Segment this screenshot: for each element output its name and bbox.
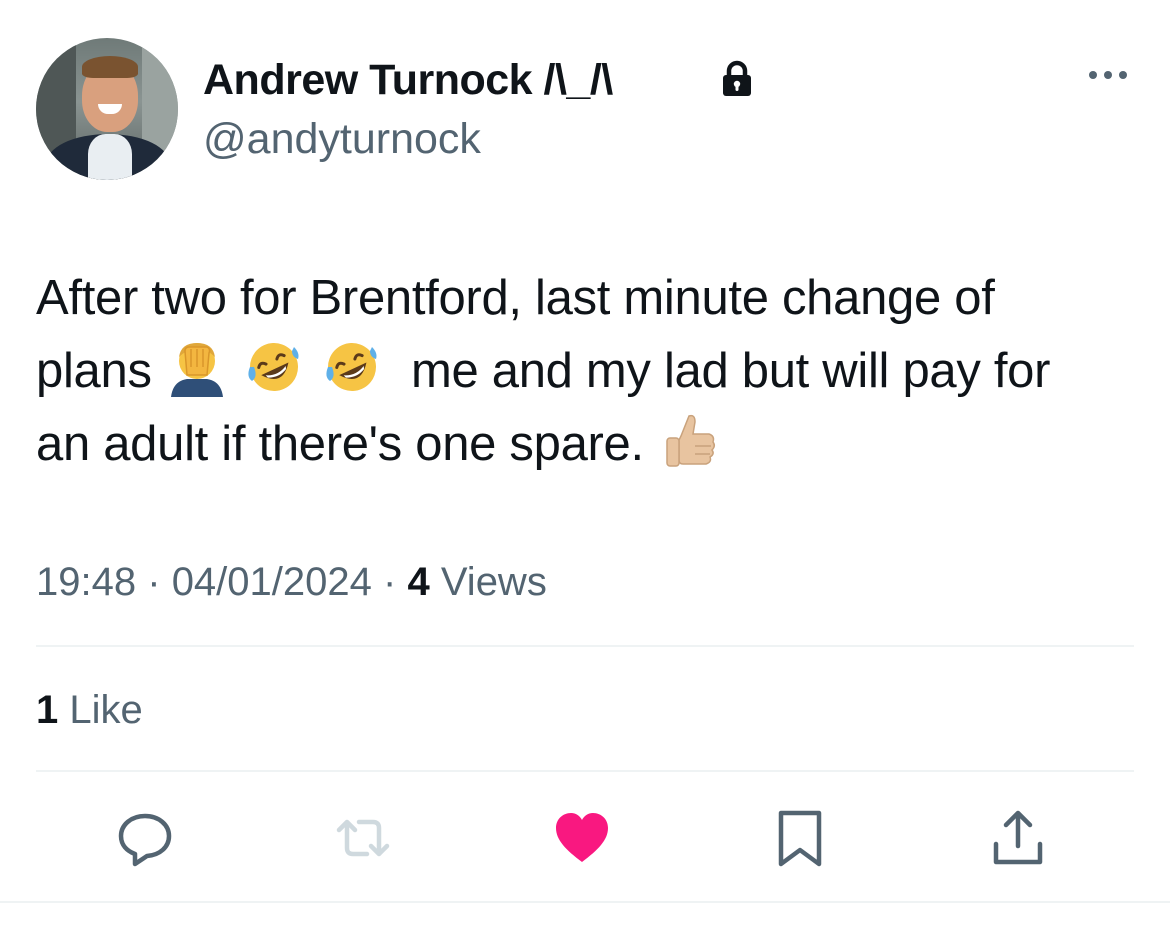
thumbs-up-emoji-icon [666, 414, 716, 467]
retweet-icon [336, 819, 390, 857]
user-handle[interactable]: @andyturnock [203, 113, 481, 165]
meta-separator: · [147, 560, 161, 604]
avatar-shirt [88, 134, 132, 180]
tweet-line: plans me and my lad but will pay for [36, 335, 1146, 408]
reply-button[interactable] [115, 808, 175, 868]
heart-icon [556, 813, 608, 862]
divider [36, 770, 1134, 772]
lock-icon [723, 60, 751, 96]
tweet-text-segment: plans [36, 344, 152, 398]
views-label: Views [440, 560, 547, 604]
share-button[interactable] [988, 808, 1048, 868]
retweet-button[interactable] [333, 808, 393, 868]
more-icon[interactable] [1087, 64, 1129, 86]
reply-icon [118, 813, 172, 867]
likes-label: Like [69, 688, 143, 732]
display-name[interactable]: Andrew Turnock /\_/\ [203, 54, 613, 106]
like-button[interactable] [552, 808, 612, 868]
tweet-date[interactable]: 04/01/2024 [172, 560, 372, 604]
avatar[interactable] [36, 38, 178, 180]
bookmark-button[interactable] [770, 808, 830, 868]
meta-separator: · [383, 560, 397, 604]
bottom-divider [0, 901, 1170, 903]
tweet-text-segment: me and my lad but will pay for [410, 344, 1051, 398]
rofl-emoji-icon [326, 343, 377, 391]
tweet-text: After two for Brentford, last minute cha… [36, 262, 1146, 481]
likes-summary[interactable]: 1 Like [36, 684, 143, 736]
rofl-emoji-icon [248, 343, 299, 391]
divider [36, 645, 1134, 647]
views-count: 4 [407, 560, 430, 604]
tweet-time[interactable]: 19:48 [36, 560, 136, 604]
tweet-meta: 19:48 · 04/01/2024 · 4 Views [36, 556, 547, 608]
tweet-text-segment: After two for Brentford, last minute cha… [36, 271, 995, 325]
tweet-line: After two for Brentford, last minute cha… [36, 262, 1146, 335]
likes-count: 1 [36, 688, 59, 732]
face-palm-emoji-icon [170, 343, 223, 397]
tweet-line: an adult if there's one spare. [36, 408, 1146, 481]
tweet-text-segment: an adult if there's one spare. [36, 417, 644, 471]
avatar-hair [82, 56, 138, 78]
share-icon [993, 810, 1043, 865]
bookmark-icon [778, 810, 822, 867]
